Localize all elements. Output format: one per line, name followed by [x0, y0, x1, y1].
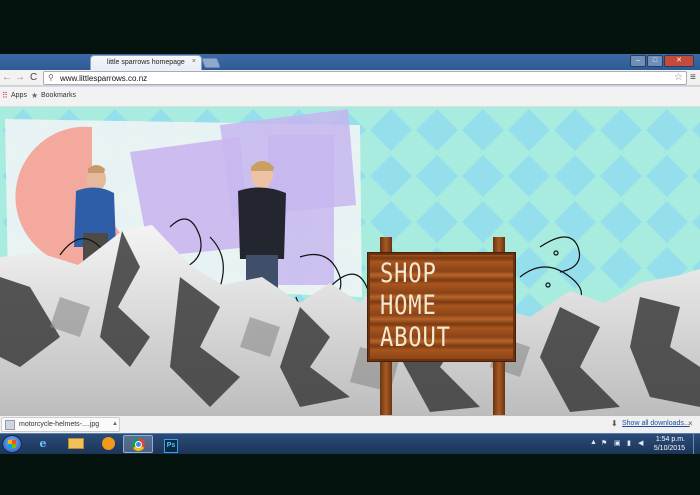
file-explorer-icon[interactable] [61, 435, 91, 453]
image-file-icon [5, 420, 15, 430]
bookmark-apps[interactable]: Apps [11, 92, 27, 99]
maximize-button[interactable]: □ [647, 55, 663, 67]
chrome-menu-icon[interactable]: ≡ [690, 72, 696, 83]
chevron-up-icon[interactable]: ▲ [112, 421, 118, 427]
action-center-flag-icon[interactable]: ⚑ [601, 439, 607, 447]
browser-toolbar: ← → C ⚲ www.littlesparrows.co.nz ☆ ≡ [0, 70, 700, 86]
bookmarks-bar: ⠿ Apps ★ Bookmarks [0, 87, 700, 107]
website-hero: SHOP HOME ABOUT [0, 107, 700, 415]
tab-little-sparrows[interactable]: little sparrows homepage × [90, 55, 202, 70]
start-button[interactable] [2, 435, 22, 453]
desktop-screen: little sparrows homepage × ‒ □ ✕ ← → C ⚲… [0, 0, 700, 495]
tray-expand-icon[interactable]: ▲ [590, 439, 597, 446]
signal-icon[interactable]: ▮ [627, 439, 631, 447]
tab-title: little sparrows homepage [107, 59, 185, 66]
back-button[interactable]: ← [2, 72, 12, 84]
download-item[interactable]: motorcycle-helmets-....jpg ▲ [1, 417, 120, 432]
download-bar: motorcycle-helmets-....jpg ▲ ⬇ Show all … [0, 415, 700, 433]
nav-link-about[interactable]: ABOUT [380, 323, 451, 353]
close-download-bar-icon[interactable]: × [688, 419, 693, 428]
show-all-downloads-link[interactable]: Show all downloads... [622, 420, 690, 427]
clock-time[interactable]: 1:54 p.m. [655, 436, 685, 443]
tab-strip: little sparrows homepage × ‒ □ ✕ [0, 54, 700, 70]
nav-link-shop[interactable]: SHOP [380, 259, 437, 289]
show-desktop-button[interactable] [693, 434, 700, 454]
network-icon[interactable]: ▣ [614, 439, 621, 447]
search-icon: ⚲ [48, 73, 54, 82]
nav-link-home[interactable]: HOME [380, 291, 437, 321]
forward-button[interactable]: → [15, 72, 25, 84]
reload-button[interactable]: C [30, 72, 37, 84]
internet-explorer-icon[interactable]: e [28, 435, 58, 453]
bookmark-bookmarks[interactable]: Bookmarks [41, 92, 76, 99]
address-bar[interactable]: ⚲ www.littlesparrows.co.nz ☆ [43, 71, 687, 85]
wooden-nav-sign: SHOP HOME ABOUT [368, 253, 515, 361]
windows-taskbar: e Ps ▲ ⚑ ▣ ▮ ◀ 1:54 p.m. 5/10/2015 [0, 433, 700, 454]
apps-grid-icon[interactable]: ⠿ [2, 91, 8, 100]
minimize-button[interactable]: ‒ [630, 55, 646, 67]
photoshop-icon[interactable]: Ps [156, 435, 186, 453]
media-player-icon[interactable] [93, 435, 123, 453]
new-tab-button[interactable] [201, 58, 221, 68]
download-arrow-icon: ⬇ [611, 419, 618, 428]
hero-artwork [0, 107, 700, 415]
bookmark-star-icon[interactable]: ☆ [674, 72, 683, 83]
address-bar-url[interactable]: www.littlesparrows.co.nz [60, 74, 147, 83]
bookmarks-star-icon: ★ [31, 91, 39, 100]
photoshop-label: Ps [164, 439, 178, 453]
close-window-button[interactable]: ✕ [664, 55, 694, 67]
clock-date[interactable]: 5/10/2015 [652, 445, 685, 452]
volume-icon[interactable]: ◀ [638, 439, 643, 447]
tab-close-icon[interactable]: × [192, 58, 196, 65]
chrome-icon[interactable] [123, 435, 153, 453]
download-file-name: motorcycle-helmets-....jpg [19, 421, 100, 428]
